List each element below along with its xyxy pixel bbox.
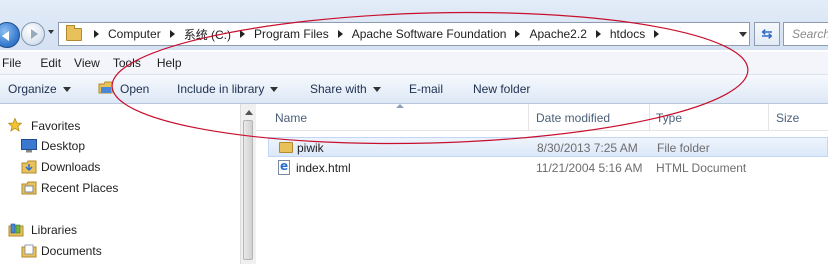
forward-button[interactable] xyxy=(21,22,45,46)
desktop-icon xyxy=(21,139,37,153)
chevron-down-icon xyxy=(62,87,71,93)
menu-edit[interactable]: Edit xyxy=(40,56,61,70)
share-with-button[interactable]: Share with xyxy=(310,82,381,96)
menu-tools[interactable]: Tools xyxy=(113,56,141,70)
open-button[interactable]: Open xyxy=(120,82,149,96)
search-input[interactable]: Search xyxy=(783,22,828,46)
include-in-library-label: Include in library xyxy=(177,82,265,96)
chevron-right-icon[interactable] xyxy=(515,30,521,38)
column-divider[interactable] xyxy=(768,104,769,130)
new-folder-button[interactable]: New folder xyxy=(473,82,530,96)
command-bar: Organize Open Include in library Share w… xyxy=(0,75,828,104)
breadcrumb-computer[interactable]: Computer xyxy=(108,27,161,41)
column-divider[interactable] xyxy=(528,104,529,130)
nav-pane-scrollbar[interactable] xyxy=(240,104,256,264)
breadcrumb-htdocs[interactable]: htdocs xyxy=(610,27,645,41)
file-type: HTML Document xyxy=(656,161,747,175)
organize-button[interactable]: Organize xyxy=(8,82,71,96)
back-button[interactable] xyxy=(0,22,20,48)
chevron-down-icon xyxy=(270,87,279,93)
organize-label: Organize xyxy=(8,82,57,96)
column-divider[interactable] xyxy=(649,104,650,130)
downloads-icon xyxy=(21,160,37,174)
nav-item-recent-places[interactable]: Recent Places xyxy=(41,181,118,195)
recent-places-icon xyxy=(21,181,37,195)
open-icon xyxy=(98,81,113,94)
file-list: Name Date modified Type Size piwik 8/30/… xyxy=(256,104,828,264)
folder-icon xyxy=(66,25,82,41)
include-in-library-button[interactable]: Include in library xyxy=(177,82,279,96)
table-row[interactable]: piwik 8/30/2013 7:25 AM File folder xyxy=(268,137,828,157)
file-date-modified: 11/21/2004 5:16 AM xyxy=(536,161,643,175)
address-history-dropdown-icon[interactable] xyxy=(739,32,747,37)
menu-bar: File Edit View Tools Help xyxy=(0,52,828,75)
column-header-row: Name Date modified Type Size xyxy=(256,104,828,131)
refresh-button[interactable]: ⇆ xyxy=(754,22,780,46)
file-date-modified: 8/30/2013 7:25 AM xyxy=(537,141,638,155)
refresh-icon: ⇆ xyxy=(761,26,773,41)
menu-help[interactable]: Help xyxy=(157,56,182,70)
sort-ascending-icon xyxy=(396,104,404,108)
nav-libraries[interactable]: Libraries xyxy=(31,223,77,237)
menu-view[interactable]: View xyxy=(74,56,100,70)
nav-item-downloads[interactable]: Downloads xyxy=(41,160,100,174)
documents-icon xyxy=(21,244,37,258)
breadcrumb: Computer 系统 (C:) Program Files Apache So… xyxy=(85,23,668,45)
address-bar[interactable]: Computer 系统 (C:) Program Files Apache So… xyxy=(58,22,750,46)
nav-item-documents[interactable]: Documents xyxy=(41,244,102,258)
chevron-right-icon[interactable] xyxy=(595,30,601,38)
navigation-pane: Favorites Desktop Downloads Recent Place… xyxy=(0,104,240,264)
chevron-down-icon xyxy=(372,87,381,93)
chevron-right-icon[interactable] xyxy=(337,30,343,38)
star-icon xyxy=(8,118,22,132)
scroll-up-icon[interactable] xyxy=(245,110,253,115)
nav-favorites[interactable]: Favorites xyxy=(31,119,80,133)
folder-icon xyxy=(279,142,293,153)
breadcrumb-apache-software-foundation[interactable]: Apache Software Foundation xyxy=(352,27,507,41)
html-document-icon xyxy=(278,159,290,175)
breadcrumb-apache22[interactable]: Apache2.2 xyxy=(529,27,586,41)
email-button[interactable]: E-mail xyxy=(409,82,443,96)
file-name: index.html xyxy=(296,161,351,175)
nav-item-desktop[interactable]: Desktop xyxy=(41,139,85,153)
share-with-label: Share with xyxy=(310,82,367,96)
file-name: piwik xyxy=(297,141,324,155)
column-name[interactable]: Name xyxy=(275,111,307,125)
scrollbar-thumb[interactable] xyxy=(243,120,253,260)
table-row[interactable]: index.html 11/21/2004 5:16 AM HTML Docum… xyxy=(268,158,828,178)
address-row: Computer 系统 (C:) Program Files Apache So… xyxy=(0,0,828,50)
breadcrumb-program-files[interactable]: Program Files xyxy=(254,27,329,41)
column-date-modified[interactable]: Date modified xyxy=(536,111,610,125)
libraries-icon xyxy=(8,223,24,237)
column-size[interactable]: Size xyxy=(776,111,799,125)
chevron-right-icon[interactable] xyxy=(240,30,246,38)
column-type[interactable]: Type xyxy=(656,111,682,125)
chevron-right-icon[interactable] xyxy=(169,30,175,38)
recent-pages-dropdown-icon[interactable] xyxy=(48,30,54,34)
chevron-right-icon[interactable] xyxy=(654,30,660,38)
breadcrumb-c-drive[interactable]: 系统 (C:) xyxy=(184,26,231,43)
chevron-right-icon[interactable] xyxy=(94,30,99,38)
menu-file[interactable]: File xyxy=(2,56,21,70)
file-type: File folder xyxy=(657,141,710,155)
